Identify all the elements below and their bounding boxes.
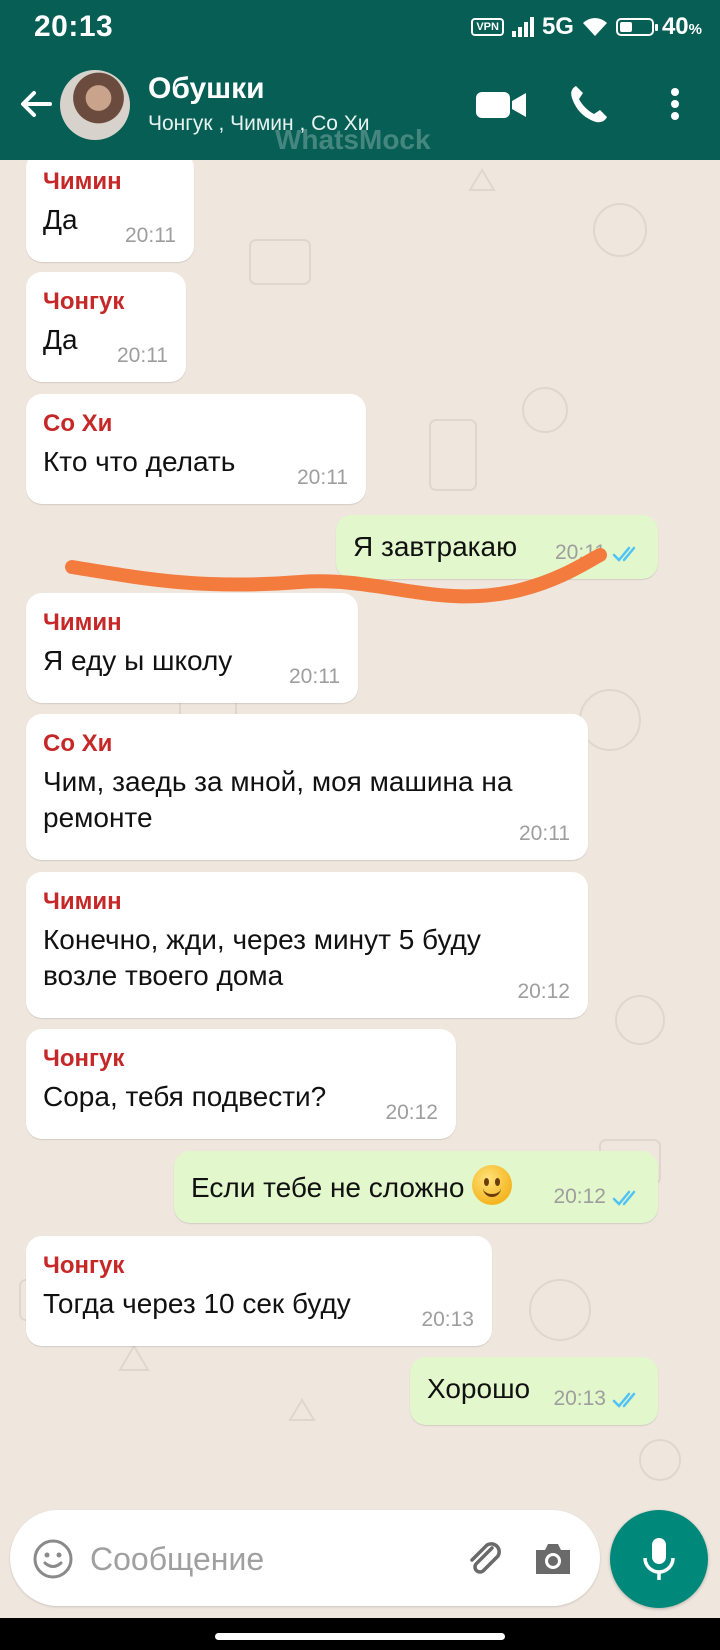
video-call-icon[interactable] [474,82,530,126]
sender-name[interactable]: Чонгук [43,1045,124,1073]
message-time: 20:11 [519,822,570,845]
message-text: Кто что делать [43,446,236,477]
incoming-message[interactable]: Чимин Я еду ы школу 20:11 [26,593,358,703]
message-text: Конечно, жди, через минут 5 буду [43,924,481,955]
wifi-icon [582,18,607,36]
status-bar: 20:13 VPN 5G 40% [0,0,720,52]
incoming-message[interactable]: Со Хи Чим, заедь за мной, моя машина на ре… [26,714,588,860]
message-text: Тогда через 10 сек буду [43,1288,351,1319]
chat-title[interactable]: Обушки [148,72,265,106]
watermark: WhatsMock [275,124,431,155]
status-indicators: VPN 5G 40% [471,12,702,42]
network-type: 5G [541,13,574,40]
message-text: Сора, тебя подвести? [43,1081,327,1112]
smiley-emoji-icon [472,1165,513,1205]
incoming-message[interactable]: Со Хи Кто что делать 20:11 [26,394,366,504]
message-time: 20:11 [117,344,168,367]
read-ticks-icon [612,546,636,562]
incoming-message[interactable]: Чимин Да 20:11 [26,160,194,262]
message-time: 20:11 [289,665,340,688]
outgoing-message[interactable]: Хорошо 20:13 [410,1357,658,1425]
message-time: 20:11 [125,224,176,247]
message-time: 20:12 [553,1185,606,1208]
sender-name[interactable]: Чимин [43,168,122,196]
attachment-icon[interactable] [462,1536,506,1580]
sender-name[interactable]: Со Хи [43,730,112,758]
mic-icon [643,1538,675,1580]
mic-button[interactable] [610,1510,708,1608]
signal-icon [511,17,534,37]
message-text: Хорошо [427,1373,531,1404]
message-text: Чим, заедь за мной, моя машина на [43,766,513,797]
incoming-message[interactable]: Чимин Конечно, жди, через минут 5 буду воз… [26,872,588,1018]
message-text: Да [43,204,78,235]
more-vertical-icon[interactable] [660,82,690,126]
incoming-message[interactable]: Чонгук Да 20:11 [26,272,186,382]
back-arrow-icon[interactable] [14,82,58,126]
sender-name[interactable]: Чимин [43,888,122,916]
message-text: Я завтракаю [353,531,518,562]
incoming-message[interactable]: Чонгук Сора, тебя подвести? 20:12 [26,1029,456,1139]
read-ticks-icon [612,1190,636,1206]
home-indicator[interactable] [215,1633,505,1640]
message-time: 20:12 [385,1101,438,1124]
emoji-icon[interactable] [32,1538,74,1580]
sender-name[interactable]: Чимин [43,609,122,637]
chat-header: Обушки Чонгук , Чимин , Со Хи WhatsMock [0,52,720,160]
incoming-message[interactable]: Чонгук Тогда через 10 сек буду 20:13 [26,1236,492,1346]
battery-percent: 40% [661,13,702,40]
battery-fill [619,22,632,32]
composer-bar [10,1510,600,1606]
message-time: 20:13 [553,1387,606,1410]
chat-area[interactable]: Чимин Да 20:11 Чонгук Да 20:11 Со Хи Кто что де… [0,160,720,1500]
outgoing-message[interactable]: Если тебе не сложно 20:12 [174,1151,658,1223]
message-text: ремонте [43,802,153,833]
status-time: 20:13 [34,10,114,43]
message-time: 20:11 [555,541,606,564]
message-input[interactable] [88,1532,452,1586]
sender-name[interactable]: Со Хи [43,410,112,438]
message-text: Да [43,324,78,355]
sender-name[interactable]: Чонгук [43,288,124,316]
message-text: возле твоего дома [43,960,284,991]
outgoing-message[interactable]: Я завтракаю 20:11 [336,515,658,579]
message-text: Я еду ы школу [43,645,233,676]
camera-icon[interactable] [532,1538,574,1578]
message-time: 20:13 [421,1308,474,1331]
message-text: Если тебе не сложно [191,1165,513,1206]
read-ticks-icon [612,1392,636,1408]
vpn-badge: VPN [471,18,504,36]
phone-icon[interactable] [566,82,610,126]
message-time: 20:12 [517,980,570,1003]
battery-icon [615,18,658,36]
sender-name[interactable]: Чонгук [43,1252,124,1280]
group-avatar[interactable] [60,70,130,140]
message-time: 20:11 [297,466,348,489]
